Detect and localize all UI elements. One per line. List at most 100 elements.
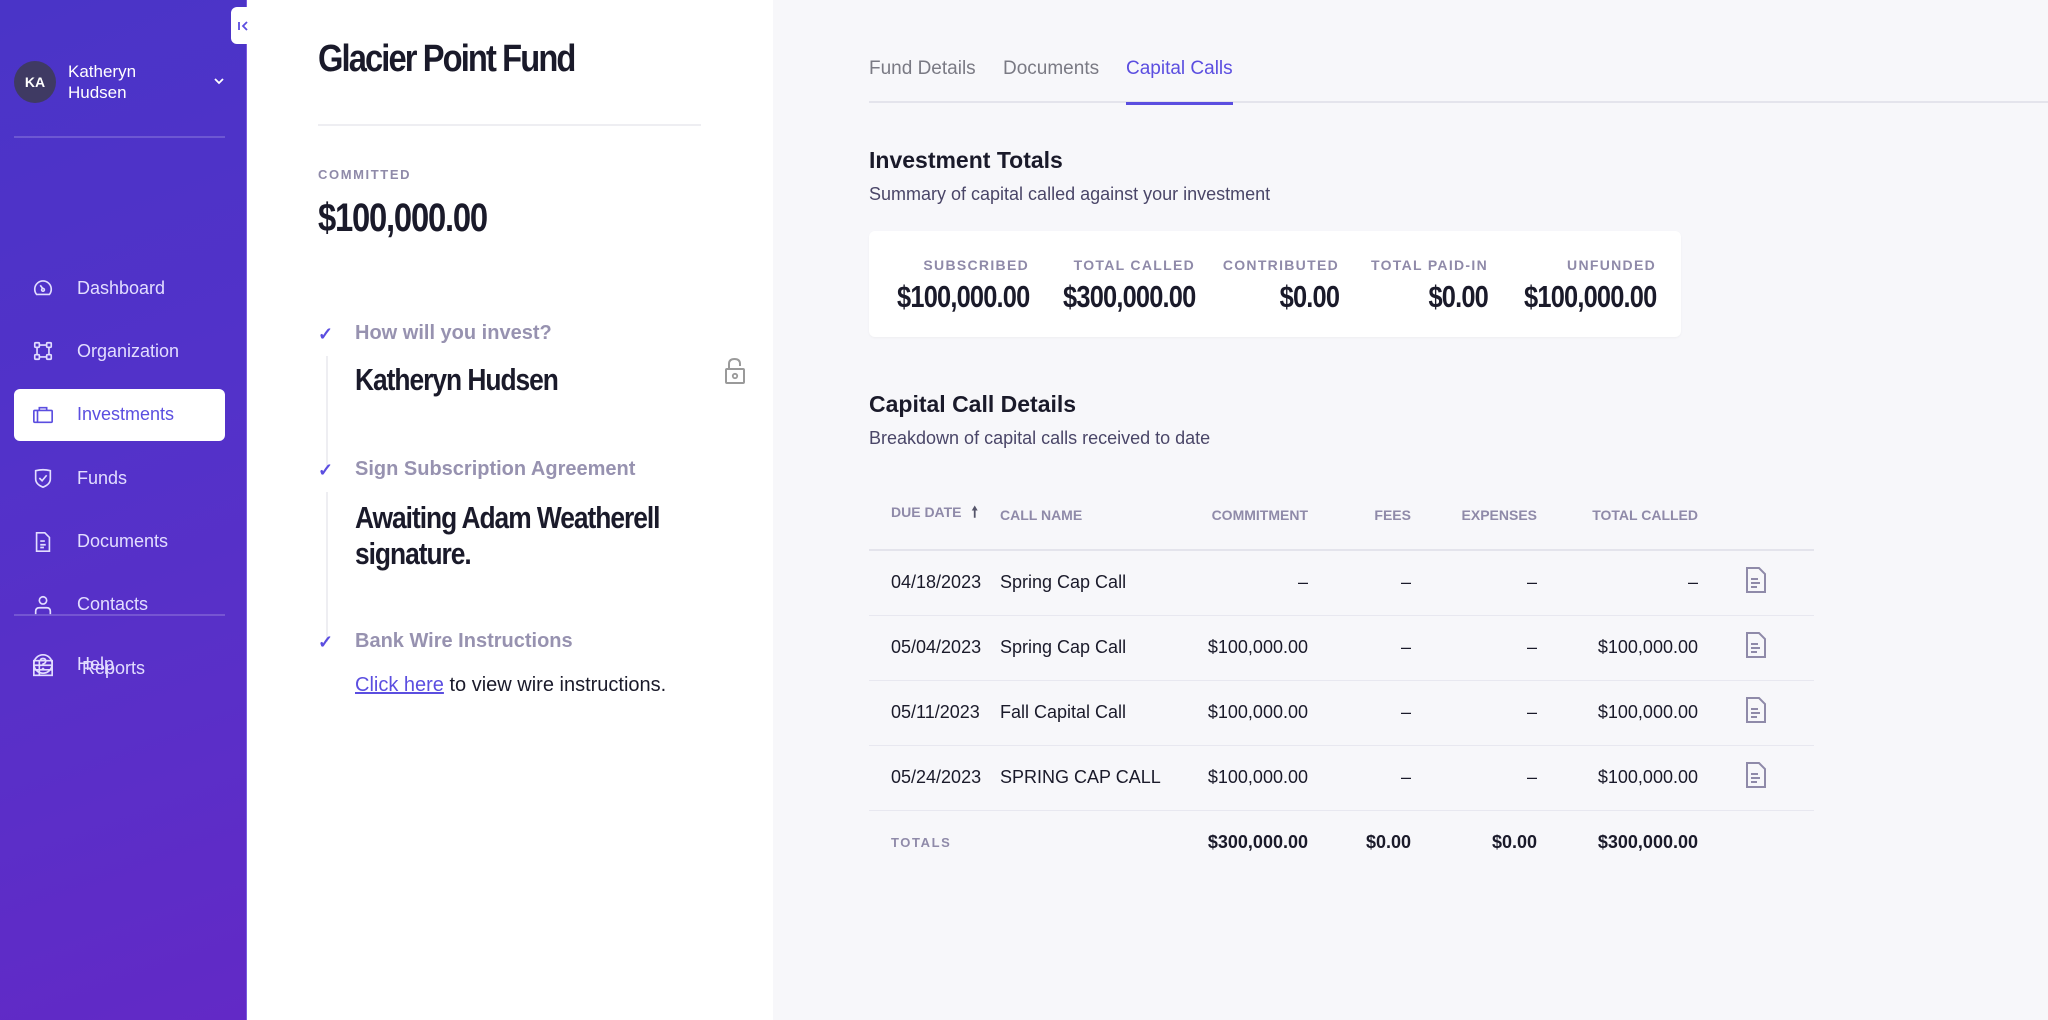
column-header-call-name[interactable]: Call Name [1000, 480, 1172, 551]
tab-capital-calls[interactable]: Capital Calls [1126, 58, 1233, 105]
sidebar-item-label: Contacts [77, 594, 149, 615]
call-name-cell: SPRING CAP CALL [1000, 745, 1172, 811]
step-bank-wire: ✓ Bank Wire Instructions Click here to v… [318, 630, 718, 710]
sidebar-item-contacts[interactable]: Contacts [14, 579, 225, 631]
total-label: TOTAL CALLED [1073, 257, 1195, 273]
tab-fund-details[interactable]: Fund Details [869, 58, 976, 103]
step-how-invest: ✓ How will you invest? Katheryn Hudsen [318, 322, 745, 466]
commitment-cell: $100,000.00 [1172, 615, 1308, 681]
expenses-cell: – [1411, 680, 1537, 746]
fund-title: Glacier Point Fund [318, 38, 576, 80]
gauge-icon [31, 276, 55, 300]
column-header-fees[interactable]: Fees [1308, 480, 1411, 551]
sidebar-item-organization[interactable]: Organization [14, 325, 225, 377]
sidebar-item-label: Dashboard [77, 277, 166, 298]
total-value: $0.00 [1279, 279, 1339, 314]
user-name: Katheryn Hudsen [68, 62, 137, 102]
main-content: Fund Details Documents Capital Calls Inv… [773, 0, 2048, 1020]
tab-bar: Fund Details Documents Capital Calls [869, 0, 2048, 105]
fees-cell: – [1308, 550, 1411, 616]
fees-cell: – [1308, 745, 1411, 811]
commitment-cell: $100,000.00 [1172, 745, 1308, 811]
document-icon[interactable] [1745, 761, 1767, 794]
sidebar-item-help[interactable]: Help [14, 638, 225, 690]
totals-label: TOTALS [869, 809, 1000, 875]
investment-totals-title: Investment Totals [869, 147, 1063, 173]
avatar: KA [14, 61, 56, 103]
check-icon: ✓ [318, 324, 334, 344]
document-icon[interactable] [1745, 696, 1767, 729]
fund-summary-panel: Glacier Point Fund COMMITTED $100,000.00… [247, 0, 773, 1020]
total-label: UNFUNDED [1567, 257, 1656, 273]
chevron-down-icon [213, 74, 225, 88]
total-called-cell: – [1537, 550, 1698, 616]
commitment-cell: – [1172, 550, 1308, 616]
wire-instructions-text: Click here to view wire instructions. [355, 674, 666, 697]
total-paid-in: TOTAL PAID-IN $0.00 [1371, 257, 1489, 315]
totals-total-called: $300,000.00 [1537, 809, 1698, 875]
document-icon[interactable] [1745, 631, 1767, 664]
total-called-cell: $100,000.00 [1537, 680, 1698, 746]
signature-status: Awaiting Adam Weatherell signature. [355, 500, 661, 571]
column-header-due-date[interactable]: Due Date 🠕 [869, 480, 1000, 551]
check-icon: ✓ [318, 460, 334, 480]
collapse-sidebar-button[interactable] [231, 7, 255, 44]
investor-name: Katheryn Hudsen [355, 362, 559, 397]
due-date-cell: 05/04/2023 [869, 615, 1000, 681]
step-connector [326, 492, 328, 642]
step-sign-subscription: ✓ Sign Subscription Agreement Awaiting A… [318, 458, 718, 642]
wire-instructions-link[interactable]: Click here [355, 674, 444, 696]
total-called: TOTAL CALLED $300,000.00 [1034, 257, 1196, 315]
investment-totals-card: SUBSCRIBED $100,000.00 TOTAL CALLED $300… [869, 231, 1681, 337]
step-title: Bank Wire Instructions [355, 630, 573, 652]
call-name-cell: Fall Capital Call [1000, 680, 1172, 746]
sidebar-item-dashboard[interactable]: Dashboard [14, 262, 225, 314]
document-icon [31, 530, 55, 554]
committed-label: COMMITTED [318, 167, 412, 182]
step-connector [326, 356, 328, 466]
total-label: TOTAL PAID-IN [1371, 257, 1488, 273]
total-unfunded: UNFUNDED $100,000.00 [1495, 257, 1657, 315]
document-icon[interactable] [1745, 566, 1767, 599]
due-date-cell: 04/18/2023 [869, 550, 1000, 616]
sort-ascending-icon[interactable]: 🠕 [972, 502, 978, 527]
fees-cell: – [1308, 680, 1411, 746]
sidebar-item-label: Investments [77, 404, 175, 425]
total-value: $100,000.00 [1523, 279, 1657, 314]
total-called-cell: $100,000.00 [1537, 615, 1698, 681]
sidebar-item-funds[interactable]: Funds [14, 452, 225, 504]
total-label: SUBSCRIBED [923, 257, 1029, 273]
sidebar-item-documents[interactable]: Documents [14, 516, 225, 568]
total-subscribed: SUBSCRIBED $100,000.00 [868, 257, 1030, 315]
sidebar: KA Katheryn Hudsen Dashboard Organizatio… [0, 0, 247, 1020]
sidebar-item-label: Help [77, 653, 115, 674]
table-header-row: Due Date 🠕 Call Name Commitment Fees Expe… [869, 480, 1814, 551]
help-circle-icon [31, 652, 55, 676]
total-value: $0.00 [1428, 279, 1488, 314]
fees-cell: – [1308, 615, 1411, 681]
sidebar-item-label: Organization [77, 340, 180, 361]
total-contributed: CONTRIBUTED $0.00 [1222, 257, 1340, 315]
user-menu[interactable]: KA Katheryn Hudsen [14, 60, 229, 104]
total-label: CONTRIBUTED [1222, 257, 1339, 273]
nodes-icon [31, 339, 55, 363]
wire-text-suffix: to view wire instructions. [443, 674, 667, 696]
column-header-document [1698, 480, 1814, 551]
column-header-expenses[interactable]: Expenses [1411, 480, 1537, 551]
sidebar-item-label: Funds [77, 467, 128, 488]
divider [318, 124, 701, 126]
column-header-commitment[interactable]: Commitment [1172, 480, 1308, 551]
briefcase-icon [31, 403, 55, 427]
sidebar-item-investments[interactable]: Investments [14, 388, 225, 441]
unlock-icon[interactable] [723, 357, 747, 390]
step-title: How will you invest? [355, 322, 552, 344]
table-row: 05/24/2023 SPRING CAP CALL $100,000.00– – $1… [869, 745, 1814, 811]
totals-row: TOTALS $300,000.00 $0.00 $0.00 $300,000.… [869, 809, 1814, 875]
tab-documents[interactable]: Documents [1003, 58, 1099, 103]
totals-expenses: $0.00 [1411, 809, 1537, 875]
table-row: 05/11/2023 Fall Capital Call $100,000.00– –… [869, 680, 1814, 746]
column-header-total-called[interactable]: Total Called [1537, 480, 1698, 551]
collapse-icon [238, 20, 248, 31]
investment-totals-subtitle: Summary of capital called against your i… [869, 184, 1271, 204]
due-date-cell: 05/24/2023 [869, 745, 1000, 811]
